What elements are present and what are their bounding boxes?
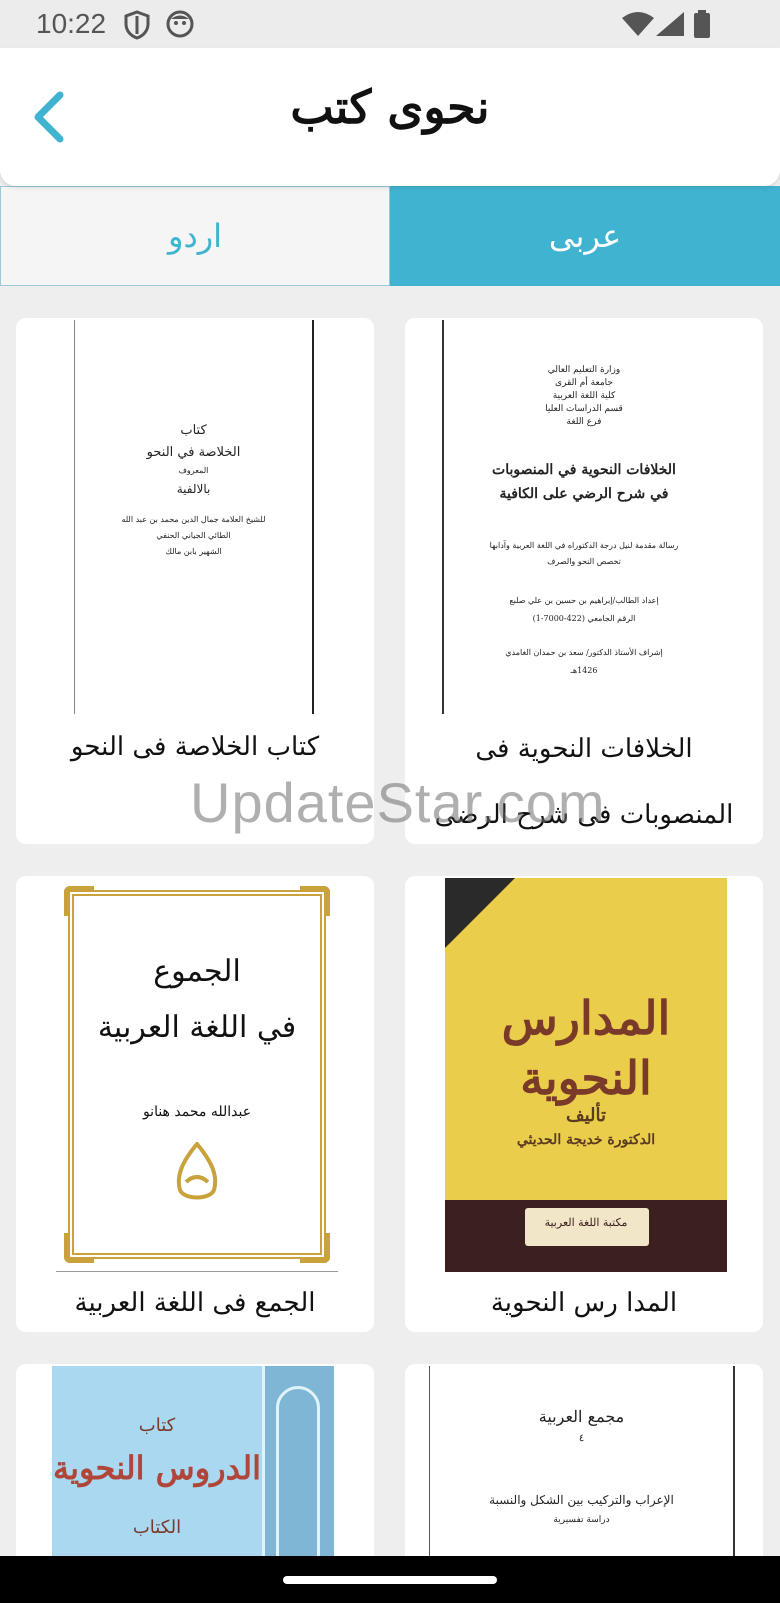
cover-line: مجمع العربية [538,1407,625,1426]
book-cover: المدارس النحوية تأليف الدكتورة خديجة الح… [445,878,727,1272]
tab-arabic[interactable]: عربی [390,186,780,286]
book-card[interactable]: الجموع في اللغة العربية عبدالله محمد هنا… [16,876,374,1332]
book-card[interactable]: كتاب الخلاصة في النحو المعروف بالالفية ل… [16,318,374,844]
face-icon [166,10,194,42]
book-cover: كتاب الخلاصة في النحو المعروف بالالفية ل… [74,320,314,714]
book-cover: الجموع في اللغة العربية عبدالله محمد هنا… [56,878,338,1272]
cover-line: الدكتورة خديجة الحديثي [516,1132,656,1148]
signal-icon [656,12,684,40]
cover-line: تخصص النحو والصرف [547,557,621,566]
book-card[interactable]: المدارس النحوية تأليف الدكتورة خديجة الح… [405,876,763,1332]
cover-line: كتاب [138,1415,176,1436]
cover-line: في اللغة العربية [97,1010,297,1045]
language-tabs: اردو عربی [0,186,780,286]
cover-line: جامعة أم القرى [555,378,613,388]
publisher-logo [172,1140,222,1204]
cover-line: الشهير بابن مالك [165,547,222,556]
cover-line: الخلافات النحوية في المنصوبات [492,462,676,478]
cover-line: كلية اللغة العربية [552,391,616,401]
cover-line: الدروس النحوية [52,1449,262,1487]
cover-line: المدارس النحوية [501,991,671,1105]
cover-line: فرع اللغة [566,417,602,427]
tab-urdu[interactable]: اردو [0,186,390,286]
page-title: نحوی کتب [290,80,490,134]
cover-line: إشراف الأستاذ الدكتور/ سعد بن حمدان الغا… [505,648,663,657]
cover-line: وزارة التعليم العالي [547,365,621,375]
cover-line: الرقم الجامعي (422-7000-1) [532,614,636,623]
home-gesture-handle[interactable] [283,1576,497,1584]
cover-line: الإعراب والتركيب بين الشكل والنسبة [489,1493,674,1507]
cover-line: عبدالله محمد هنانو [142,1104,252,1120]
cover-line: تأليف [565,1105,607,1126]
cover-line: كتاب [180,423,207,438]
book-card[interactable]: وزارة التعليم العالي جامعة أم القرى كلية… [405,318,763,844]
cover-line: الخلاصة في النحو [146,445,241,460]
cover-line: الطائي الجياني الحنفي [156,531,231,540]
cover-line: مكتبة اللغة العربية [544,1216,628,1229]
shield-icon [124,10,150,44]
battery-icon [694,10,710,42]
cover-line: ٤ [578,1433,585,1444]
status-time: 10:22 [36,8,107,39]
status-bar: 10:22 [0,0,780,48]
watermark: UpdateStar.com [190,771,606,834]
cover-line: في شرح الرضي على الكافية [499,486,669,502]
app-bar: نحوی کتب [0,48,780,186]
cover-line: للشيخ العلامة جمال الدين محمد بن عبد الل… [121,515,266,524]
book-cover: وزارة التعليم العالي جامعة أم القرى كلية… [442,320,724,714]
cover-line: إعداد الطالب/إبراهيم بن حسين بن علي صلبع [509,596,659,605]
wifi-icon [622,12,654,40]
cover-line: 1426هـ [570,666,598,675]
book-title: الجمع فی اللغة العربية [74,1288,316,1318]
book-title: المدا رس النحویة [490,1288,678,1318]
cover-line: دراسة تفسيرية [553,1515,610,1525]
cover-line: رسالة مقدمة لنيل درجة الدكتوراه في اللغة… [489,541,679,550]
cover-line: قسم الدراسات العليا [545,404,623,414]
cover-line: الكتاب [132,1517,182,1538]
cover-line: الجموع [153,954,241,989]
navigation-bar [0,1556,780,1603]
cover-line: بالالفية [176,482,211,496]
cover-line: المعروف [178,466,209,475]
